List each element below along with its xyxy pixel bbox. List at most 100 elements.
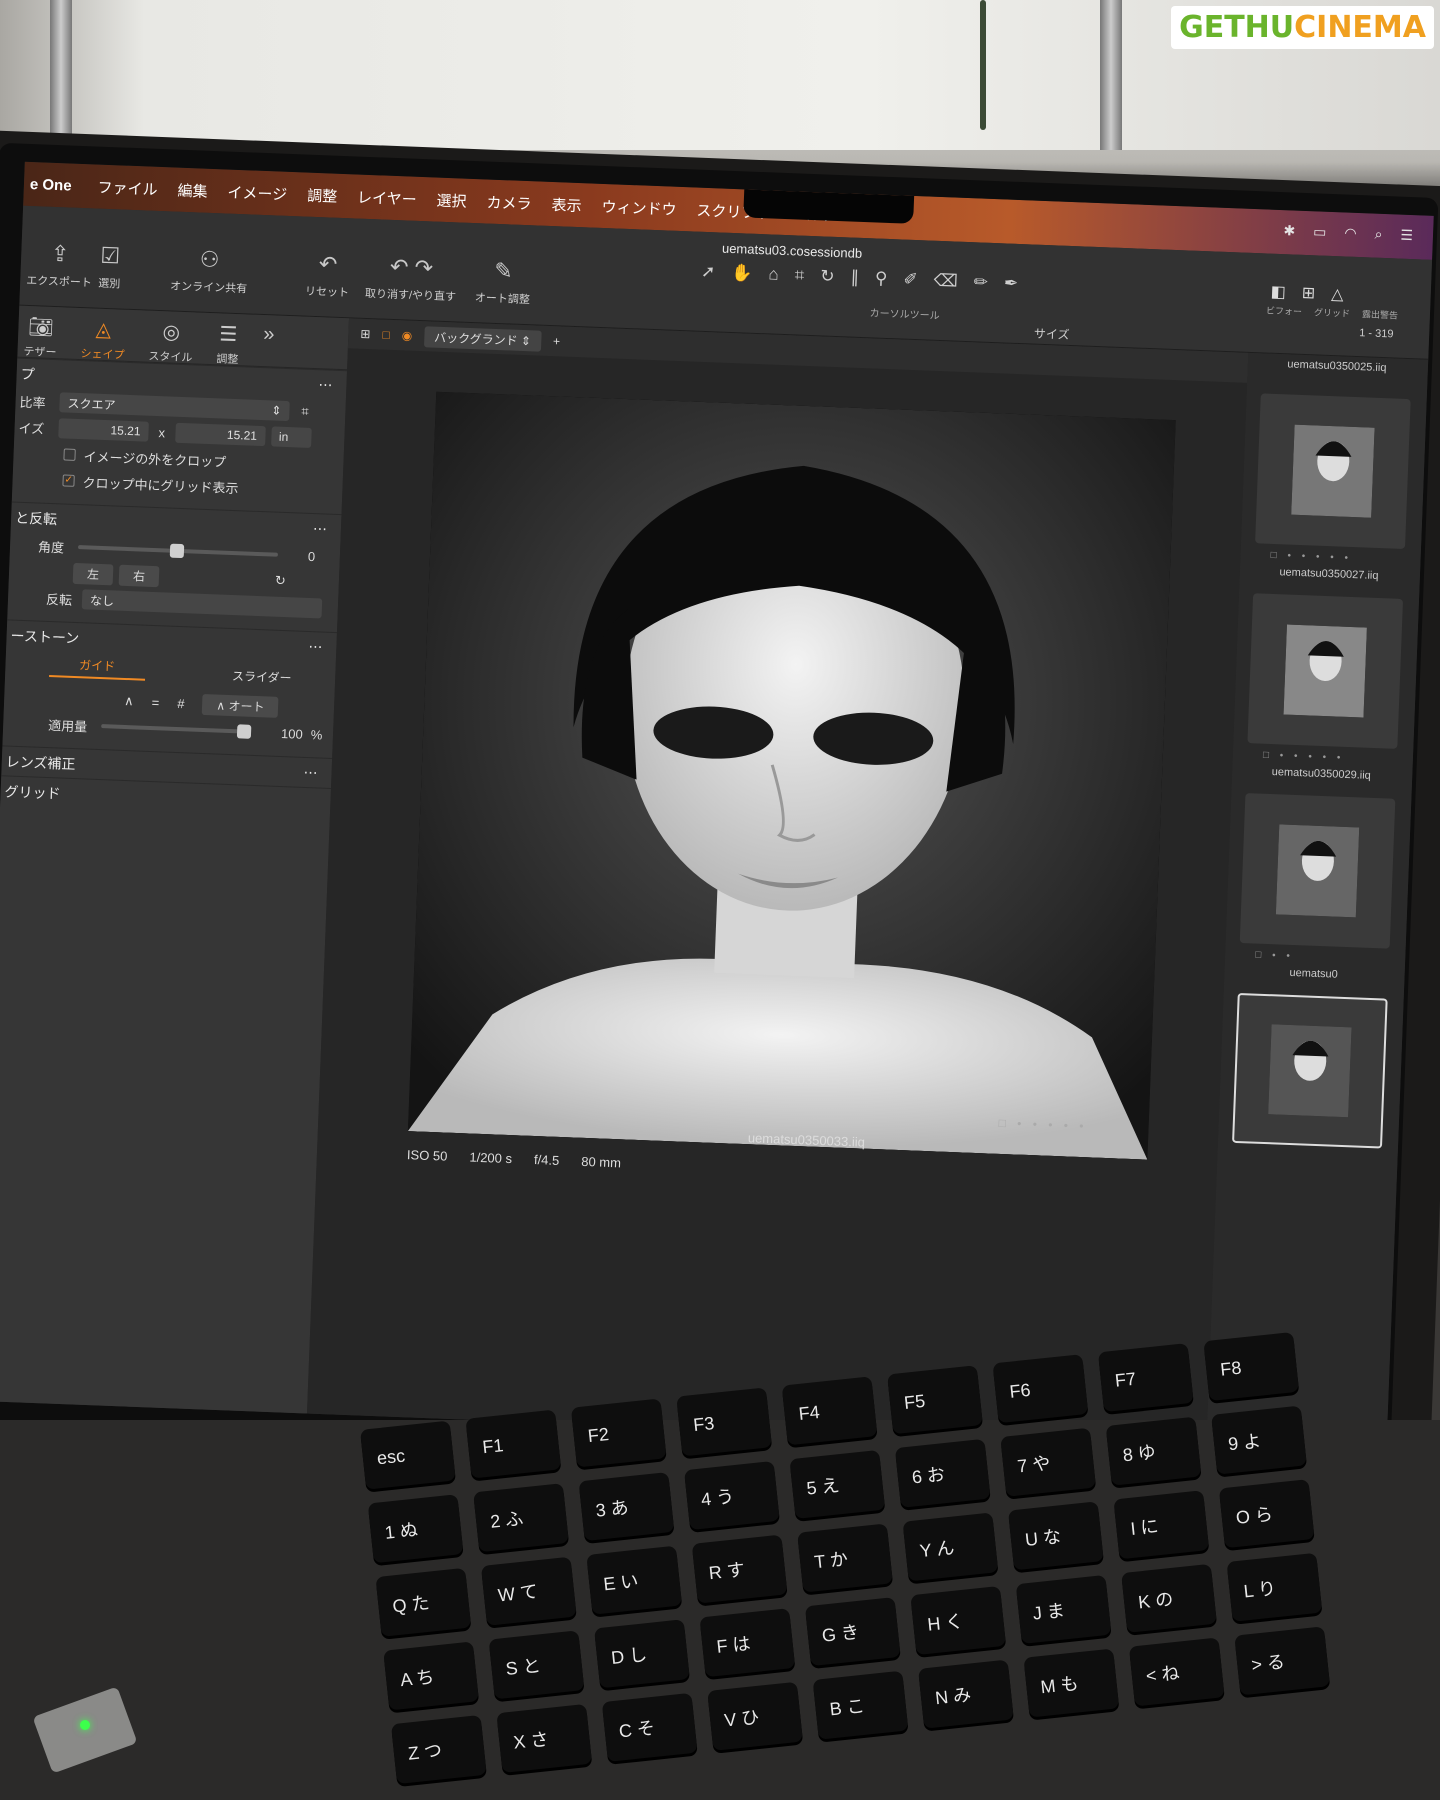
eye-icon[interactable]: ◉ xyxy=(401,328,412,342)
brush-tool-icon[interactable]: ✐ xyxy=(903,270,918,291)
key[interactable]: > る xyxy=(1234,1626,1331,1696)
undo-redo-button[interactable]: ↶ ↷ 取り消す/やり直す xyxy=(365,253,458,304)
single-view-icon[interactable]: □ xyxy=(382,328,390,342)
key[interactable]: O ら xyxy=(1218,1479,1315,1549)
key[interactable]: < ね xyxy=(1128,1637,1225,1707)
select-button[interactable]: ☑ 選別 xyxy=(98,243,122,292)
menu-file[interactable]: ファイル xyxy=(97,176,158,199)
menu-view[interactable]: 表示 xyxy=(551,194,582,216)
key[interactable]: B こ xyxy=(812,1670,909,1740)
hand-tool-icon[interactable]: ✋ xyxy=(731,263,753,284)
size-height-input[interactable]: 15.21 xyxy=(174,422,266,447)
key[interactable]: F は xyxy=(699,1608,796,1678)
key[interactable]: W て xyxy=(480,1556,577,1626)
keystone-full-icon[interactable]: # xyxy=(177,696,185,711)
crop-outside-checkbox[interactable] xyxy=(63,448,76,461)
slider-tab[interactable]: スライダー xyxy=(232,667,292,686)
auto-adjust-button[interactable]: ✎ オート調整 xyxy=(475,257,532,307)
key[interactable]: 3 あ xyxy=(578,1472,675,1542)
tab-adjust[interactable]: ☰ 調整 xyxy=(216,321,240,366)
section-menu-icon[interactable]: ⋯ xyxy=(303,764,318,782)
section-menu-icon[interactable]: ⋯ xyxy=(308,638,323,656)
angle-slider-knob[interactable] xyxy=(169,543,185,559)
key[interactable]: 7 や xyxy=(1000,1427,1097,1497)
menu-adjust[interactable]: 調整 xyxy=(307,184,338,206)
size-width-input[interactable]: 15.21 xyxy=(58,418,149,442)
search-icon[interactable]: ⌕ xyxy=(1374,226,1382,243)
key[interactable]: F5 xyxy=(887,1365,983,1435)
rotate-reset-icon[interactable]: ↻ xyxy=(275,573,286,589)
key[interactable]: 9 よ xyxy=(1211,1405,1307,1475)
crop-tool-icon[interactable]: ⌗ xyxy=(794,265,804,285)
gradient-tool-icon[interactable]: ✏ xyxy=(973,272,988,293)
more-tabs-button[interactable]: » xyxy=(262,323,275,366)
spot-tool-icon[interactable]: ⚲ xyxy=(875,268,888,288)
key[interactable]: F7 xyxy=(1097,1343,1194,1413)
menu-select[interactable]: 選択 xyxy=(436,189,467,211)
size-unit-select[interactable]: in xyxy=(270,426,312,448)
rotate-tool-icon[interactable]: ↻ xyxy=(820,266,835,287)
key[interactable]: K の xyxy=(1121,1563,1217,1633)
key[interactable]: 5 え xyxy=(789,1449,886,1519)
key[interactable]: F6 xyxy=(992,1354,1089,1424)
key[interactable]: G き xyxy=(804,1597,901,1667)
key[interactable]: E い xyxy=(586,1545,683,1615)
thumbnail-rating[interactable]: □ • • • • • xyxy=(1270,550,1352,564)
key[interactable]: Q た xyxy=(375,1567,472,1637)
key[interactable]: F3 xyxy=(676,1387,773,1457)
keystone-tool-icon[interactable]: ∥ xyxy=(850,268,859,288)
thumbnail-rating[interactable]: □ • • xyxy=(1255,950,1294,962)
key[interactable]: Y ん xyxy=(902,1512,999,1582)
key[interactable]: N み xyxy=(918,1659,1014,1729)
key[interactable]: I に xyxy=(1113,1490,1210,1560)
keystone-vertical-icon[interactable]: ∧ xyxy=(124,693,134,709)
rotate-right-button[interactable]: 右 xyxy=(118,564,160,587)
control-center-icon[interactable]: ☰ xyxy=(1400,227,1413,244)
key[interactable]: T か xyxy=(797,1523,893,1593)
section-menu-icon[interactable]: ⋯ xyxy=(313,520,328,538)
loupe-tool-icon[interactable]: ⌂ xyxy=(768,264,779,284)
thumbnail[interactable] xyxy=(1247,593,1404,749)
rotate-left-button[interactable]: 左 xyxy=(72,562,114,585)
key[interactable]: 4 う xyxy=(683,1460,780,1531)
viewer-icon[interactable]: ◧ xyxy=(1270,282,1286,303)
main-photo[interactable] xyxy=(407,391,1176,1160)
section-menu-icon[interactable]: ⋯ xyxy=(318,376,333,394)
tab-shape[interactable]: ◬ シェイプ xyxy=(80,316,126,362)
grid-view-icon[interactable]: ⊞ xyxy=(360,327,371,341)
key[interactable]: 2 ふ xyxy=(473,1483,569,1553)
wifi-icon[interactable]: ◠ xyxy=(1344,224,1357,241)
menu-layer[interactable]: レイヤー xyxy=(357,186,417,209)
keystone-auto-button[interactable]: ∧ オート xyxy=(202,693,279,718)
key[interactable]: V ひ xyxy=(707,1681,803,1751)
amount-slider[interactable] xyxy=(101,724,252,739)
flip-select[interactable]: なし xyxy=(81,589,323,619)
show-grid-checkbox[interactable]: ✓ xyxy=(62,474,75,487)
thumbnail-selected[interactable] xyxy=(1232,992,1388,1149)
key[interactable]: F1 xyxy=(465,1409,562,1479)
key[interactable]: U な xyxy=(1007,1501,1104,1571)
eraser-tool-icon[interactable]: ⌫ xyxy=(933,271,958,292)
key[interactable]: H く xyxy=(910,1585,1007,1656)
menu-camera[interactable]: カメラ xyxy=(486,191,532,214)
amount-value[interactable]: 100 xyxy=(281,726,303,742)
thumbnail-rating[interactable]: □ • • • • • xyxy=(1263,750,1345,764)
menu-image[interactable]: イメージ xyxy=(227,181,287,204)
angle-value[interactable]: 0 xyxy=(308,548,316,563)
key[interactable]: 8 ゆ xyxy=(1105,1416,1202,1486)
add-icon[interactable]: + xyxy=(553,334,561,348)
battery-icon[interactable]: ▭ xyxy=(1313,223,1327,240)
key[interactable]: J ま xyxy=(1015,1574,1112,1644)
key[interactable]: L り xyxy=(1226,1552,1323,1622)
angle-slider[interactable] xyxy=(77,543,278,559)
key[interactable]: F8 xyxy=(1203,1331,1300,1402)
reset-button[interactable]: ↶ リセット xyxy=(305,251,351,301)
tab-tether[interactable]: 📷︎ テザー xyxy=(23,314,58,359)
key[interactable]: F2 xyxy=(570,1398,667,1468)
key[interactable]: 1 ぬ xyxy=(367,1494,464,1564)
bluetooth-icon[interactable]: ✱ xyxy=(1283,222,1295,239)
key[interactable]: 6 お xyxy=(894,1438,991,1508)
export-button[interactable]: ⇪ エクスポート xyxy=(26,240,93,290)
menu-window[interactable]: ウィンドウ xyxy=(601,195,677,219)
warning-icon[interactable]: △ xyxy=(1331,284,1344,304)
